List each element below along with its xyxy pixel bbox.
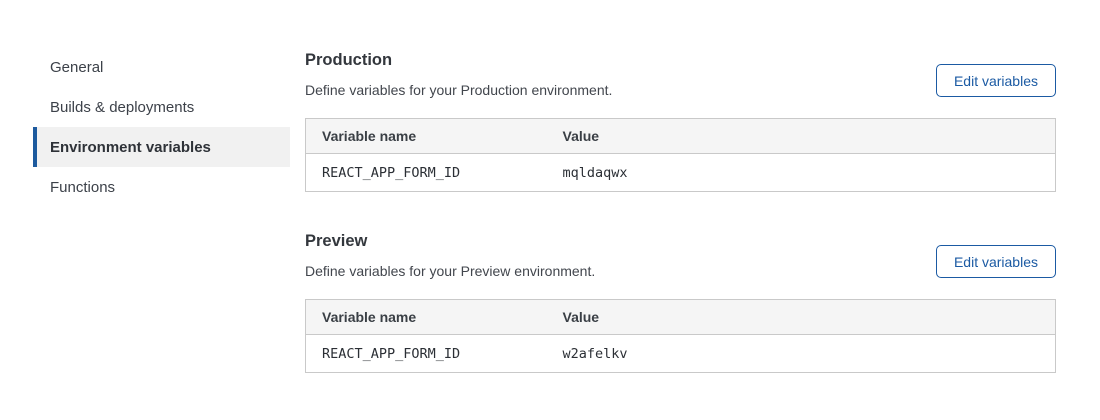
edit-production-variables-button[interactable]: Edit variables [936,64,1056,97]
column-header-value: Value [547,300,1056,335]
settings-sidebar: General Builds & deployments Environment… [33,47,290,207]
variable-name-cell: REACT_APP_FORM_ID [306,335,547,373]
table-row: REACT_APP_FORM_ID mqldaqwx [306,154,1056,192]
variable-value-cell: w2afelkv [547,335,1056,373]
settings-page: General Builds & deployments Environment… [0,0,1100,420]
environment-variables-panel: Production Define variables for your Pro… [305,50,1056,373]
preview-section: Preview Define variables for your Previe… [305,231,1056,373]
edit-preview-variables-button[interactable]: Edit variables [936,245,1056,278]
production-section: Production Define variables for your Pro… [305,50,1056,192]
preview-variables-table: Variable name Value REACT_APP_FORM_ID w2… [305,299,1056,373]
table-header-row: Variable name Value [306,300,1056,335]
sidebar-item-general[interactable]: General [33,47,290,87]
column-header-value: Value [547,119,1056,154]
variable-name-cell: REACT_APP_FORM_ID [306,154,547,192]
variable-value-cell: mqldaqwx [547,154,1056,192]
sidebar-item-environment-variables[interactable]: Environment variables [33,127,290,167]
table-header-row: Variable name Value [306,119,1056,154]
column-header-variable-name: Variable name [306,119,547,154]
sidebar-item-builds-deployments[interactable]: Builds & deployments [33,87,290,127]
production-variables-table: Variable name Value REACT_APP_FORM_ID mq… [305,118,1056,192]
sidebar-item-functions[interactable]: Functions [33,167,290,207]
column-header-variable-name: Variable name [306,300,547,335]
table-row: REACT_APP_FORM_ID w2afelkv [306,335,1056,373]
